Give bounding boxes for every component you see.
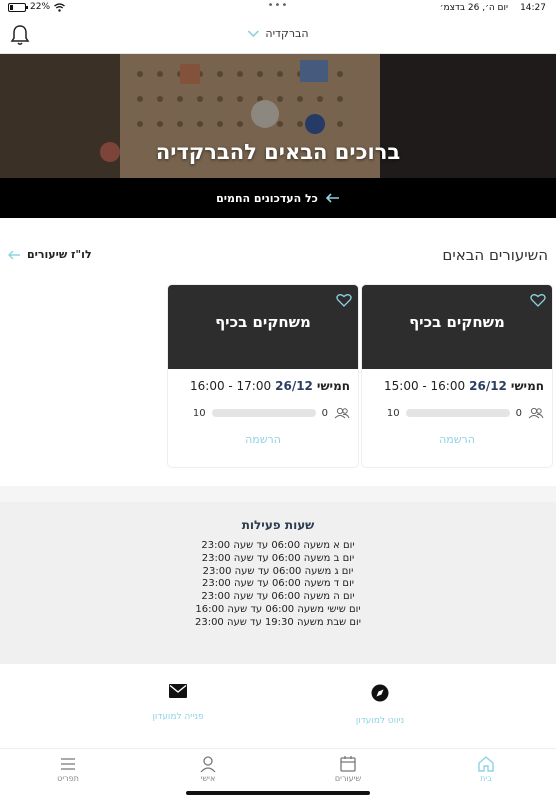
lesson-card[interactable]: משחקים בכיף חמישי 26/12 15:00 - 16:00 0 … — [362, 285, 552, 467]
club-name: הברקדיה — [265, 27, 309, 40]
status-date: יום ה׳, 26 בדצמ׳ — [439, 3, 508, 13]
battery-percent: 22% — [30, 2, 51, 12]
lesson-name: משחקים בכיף — [215, 313, 311, 331]
tab-personal-label: אישי — [200, 774, 216, 783]
lesson-capacity: 0 10 — [387, 407, 544, 419]
navigate-label: ניווט למועדון — [355, 716, 405, 726]
status-time: 14:27 — [520, 3, 546, 13]
users-icon — [528, 407, 544, 419]
tab-home-label: בית — [480, 774, 492, 783]
opening-hours-list: יום א משעה 06:00 עד שעה 23:00 יום ב משעה… — [0, 540, 556, 630]
all-updates-label: כל העדכונים החמים — [216, 191, 318, 205]
club-selector[interactable]: הברקדיה — [247, 27, 309, 40]
tab-home[interactable]: בית — [456, 755, 516, 783]
hours-line: יום שבת משעה 19:30 עד שעה 23:00 — [194, 616, 362, 628]
hero-banner: ברוכים הבאים להברקדיה — [0, 54, 556, 178]
capacity-progress-bar — [405, 409, 510, 417]
lesson-name: משחקים בכיף — [409, 313, 505, 331]
compass-icon — [371, 684, 389, 702]
registered-count: 0 — [515, 407, 522, 419]
hours-line: יום א משעה 06:00 עד שעה 23:00 — [201, 540, 355, 551]
hours-line: יום שישי משעה 06:00 עד שעה 16:00 — [195, 603, 361, 615]
home-icon — [478, 756, 494, 772]
capacity-progress-bar — [211, 409, 316, 417]
capacity-max: 10 — [192, 407, 206, 419]
lessons-header: השיעורים הבאים לו"ז שיעורים — [0, 244, 556, 266]
battery-icon — [8, 2, 28, 12]
club-actions: ניווט למועדון פנייה למועדון — [0, 664, 556, 748]
user-icon — [200, 756, 216, 773]
lesson-time: חמישי 26/12 16:00 - 17:00 — [190, 379, 350, 393]
tab-menu[interactable]: תפריט — [38, 755, 98, 783]
lesson-cards: משחקים בכיף חמישי 26/12 15:00 - 16:00 0 … — [168, 285, 552, 467]
arrow-left-icon — [325, 193, 339, 203]
lesson-card-body: חמישי 26/12 15:00 - 16:00 0 10 הרשמה — [362, 369, 552, 467]
calendar-icon — [340, 756, 356, 772]
lesson-card-header: משחקים בכיף — [362, 285, 552, 369]
lesson-hours: 16:00 - 17:00 — [190, 379, 272, 393]
multitasking-dots-icon[interactable]: ••• — [268, 0, 289, 11]
heart-icon[interactable] — [530, 293, 546, 307]
tab-lessons[interactable]: שיעורים — [318, 755, 378, 783]
opening-hours-title: שעות פעילות — [241, 518, 315, 532]
lesson-day: חמישי — [316, 379, 350, 393]
lessons-schedule-link[interactable]: לו"ז שיעורים — [8, 248, 92, 261]
lesson-date: 26/12 — [469, 379, 507, 393]
envelope-icon — [169, 684, 187, 698]
bottom-tab-bar: בית שיעורים אישי תפריט — [0, 748, 556, 800]
status-left-icons: 22% — [8, 2, 65, 12]
section-divider — [0, 486, 556, 502]
hours-line: יום ב משעה 06:00 עד שעה 23:00 — [201, 552, 355, 564]
all-updates-button[interactable]: כל העדכונים החמים — [0, 178, 556, 218]
hours-line: יום ג משעה 06:00 עד שעה 23:00 — [202, 565, 354, 577]
register-button[interactable]: הרשמה — [362, 433, 552, 446]
schedule-link-label: לו"ז שיעורים — [27, 248, 92, 261]
lesson-card-header: משחקים בכיף — [168, 285, 358, 369]
bell-icon[interactable] — [10, 24, 30, 46]
lesson-hours: 15:00 - 16:00 — [384, 379, 466, 393]
register-button[interactable]: הרשמה — [168, 433, 358, 446]
tab-personal[interactable]: אישי — [178, 755, 238, 783]
menu-icon — [61, 758, 75, 770]
lesson-day: חמישי — [510, 379, 544, 393]
arrow-left-icon — [8, 250, 20, 259]
lesson-card[interactable]: משחקים בכיף חמישי 26/12 16:00 - 17:00 0 … — [168, 285, 358, 467]
app-header: הברקדיה — [0, 16, 556, 54]
users-icon — [334, 407, 350, 419]
heart-icon[interactable] — [336, 293, 352, 307]
lesson-capacity: 0 10 — [193, 407, 350, 419]
navigate-to-club-button[interactable]: ניווט למועדון — [320, 684, 440, 727]
lesson-card-body: חמישי 26/12 16:00 - 17:00 0 10 הרשמה — [168, 369, 358, 467]
next-lessons-title: השיעורים הבאים — [442, 246, 548, 264]
tab-menu-label: תפריט — [57, 774, 79, 783]
contact-label: פנייה למועדון — [152, 712, 204, 722]
tab-lessons-label: שיעורים — [334, 774, 362, 783]
status-bar: 14:27 יום ה׳, 26 בדצמ׳ ••• 22% — [0, 0, 556, 16]
hours-line: יום ד משעה 06:00 עד שעה 23:00 — [201, 578, 355, 590]
opening-hours: שעות פעילות יום א משעה 06:00 עד שעה 23:0… — [0, 502, 556, 664]
hero-title: ברוכים הבאים להברקדיה — [155, 140, 401, 164]
hours-line: יום ה משעה 06:00 עד שעה 23:00 — [201, 591, 355, 603]
contact-club-button[interactable]: פנייה למועדון — [118, 684, 238, 723]
lesson-date: 26/12 — [275, 379, 313, 393]
chevron-down-icon — [247, 29, 259, 37]
lesson-time: חמישי 26/12 15:00 - 16:00 — [384, 379, 544, 393]
wifi-icon — [54, 2, 65, 12]
home-indicator[interactable] — [186, 791, 370, 795]
capacity-max: 10 — [386, 407, 400, 419]
registered-count: 0 — [321, 407, 328, 419]
